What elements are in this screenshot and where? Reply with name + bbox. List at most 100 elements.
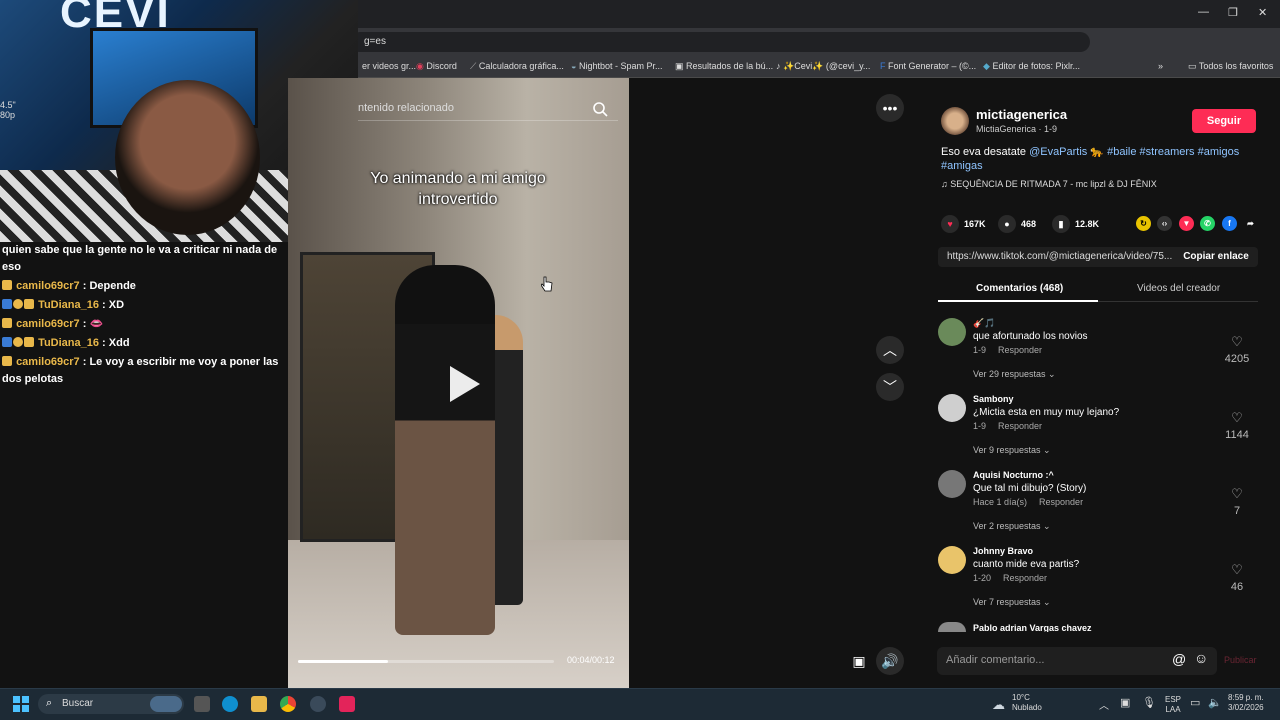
chrome-icon[interactable] <box>280 696 296 712</box>
crown-icon <box>2 318 12 328</box>
stream-chat: quien sabe que la gente no le va a criti… <box>0 242 288 688</box>
mention-icon[interactable]: @ <box>1172 651 1186 667</box>
comment-like[interactable]: ♡ 4205 <box>1222 334 1252 365</box>
comment-like[interactable]: ♡ 46 <box>1222 562 1252 593</box>
tab-comments[interactable]: Comentarios (468) <box>976 283 1063 294</box>
bookmark-cevi[interactable]: ♪ ✨Cevi✨ (@cevi_y... <box>776 61 870 72</box>
view-replies[interactable]: Ver 9 respuestas ⌄ <box>973 445 1051 456</box>
tab-creator-videos[interactable]: Videos del creador <box>1137 283 1220 294</box>
view-replies[interactable]: Ver 2 respuestas ⌄ <box>973 521 1051 532</box>
commenter-name[interactable]: Pablo adrian Vargas chavez <box>973 623 1092 632</box>
volume-tray-icon[interactable]: 🔈 <box>1208 696 1222 709</box>
minimize-icon[interactable]: — <box>1198 6 1209 18</box>
bookmark-calculator[interactable]: ⟋ Calculadora gráfica... <box>470 61 564 72</box>
chevron-down-icon[interactable]: ﹀ <box>876 373 904 401</box>
bookmark-results[interactable]: ▣ Resultados de la bú... <box>675 61 773 72</box>
emoji-icon[interactable]: ☺ <box>1194 650 1208 666</box>
comment-button[interactable]: ● 468 <box>998 215 1036 233</box>
miniplayer-icon[interactable]: ▣ <box>845 647 873 675</box>
commenter-name[interactable]: Aquisi Nocturno :^ <box>973 470 1054 480</box>
like-button[interactable]: ♥ 167K <box>941 215 986 233</box>
comment-meta: 1-9 Responder <box>973 345 1043 355</box>
webcam-sticker: 4.5" 80p <box>0 100 16 120</box>
commenter-avatar[interactable] <box>938 622 966 632</box>
bookmark-pixlr[interactable]: ◆ Editor de fotos: Pixlr... <box>983 61 1080 72</box>
commenter-avatar[interactable] <box>938 546 966 574</box>
related-search-input[interactable]: ntenido relacionado <box>358 97 618 121</box>
reply-button[interactable]: Responder <box>1039 497 1083 507</box>
view-replies[interactable]: Ver 7 respuestas ⌄ <box>973 597 1051 608</box>
cloud-icon: ☁ <box>992 697 1005 712</box>
edge-icon[interactable] <box>222 696 238 712</box>
publish-button[interactable]: Publicar <box>1224 655 1257 665</box>
windows-start-icon[interactable] <box>13 696 29 712</box>
copy-link-button[interactable]: Copiar enlace <box>1174 247 1258 267</box>
view-replies[interactable]: Ver 29 respuestas ⌄ <box>973 369 1056 380</box>
play-icon[interactable] <box>440 362 484 406</box>
post-description: Eso eva desatate @EvaPartis 🐆 #baile #st… <box>941 146 1240 172</box>
crown-icon <box>24 299 34 309</box>
close-icon[interactable]: ✕ <box>1258 6 1267 19</box>
chat-message: TuDiana_16 : Xdd <box>2 335 286 352</box>
comment-meta: Hace 1 día(s) Responder <box>973 497 1084 507</box>
follow-button[interactable]: Seguir <box>1192 109 1256 133</box>
facebook-icon[interactable]: f <box>1222 216 1237 231</box>
reply-button[interactable]: Responder <box>1003 573 1047 583</box>
comment-like[interactable]: ♡ 1144 <box>1222 410 1252 441</box>
save-button[interactable]: ▮ 12.8K <box>1052 215 1099 233</box>
display-icon[interactable]: ▭ <box>1190 696 1200 709</box>
commenter-name[interactable]: Johnny Bravo <box>973 546 1033 556</box>
bookmark-item[interactable]: er videos gr... <box>362 61 416 71</box>
embed-icon[interactable]: ‹› <box>1157 216 1172 231</box>
commenter-avatar[interactable] <box>938 394 966 422</box>
video-person-main <box>395 265 495 635</box>
tab-underline <box>938 300 1098 302</box>
repost-icon[interactable]: ↻ <box>1136 216 1151 231</box>
volume-icon[interactable]: 🔊 <box>876 647 904 675</box>
bookmark-font-generator[interactable]: F Font Generator – (©... <box>880 61 976 71</box>
bookmark-all[interactable]: ▭ Todos los favoritos <box>1188 61 1273 72</box>
language-indicator[interactable]: ESP LAA <box>1165 695 1181 715</box>
panel-tabs: Comentarios (468) Videos del creador <box>938 278 1258 302</box>
microphone-icon[interactable]: 🎙 <box>1142 696 1156 709</box>
search-icon[interactable] <box>592 101 608 117</box>
comment-icon: ● <box>998 215 1016 233</box>
bookmark-nightbot[interactable]: ◒ Nightbot - Spam Pr... <box>571 61 663 71</box>
music-link[interactable]: ♫ SEQUÊNCIA DE RITMADA 7 - mc lipzl & DJ… <box>941 179 1157 189</box>
commenter-avatar[interactable] <box>938 318 966 346</box>
reply-button[interactable]: Responder <box>998 345 1042 355</box>
clock[interactable]: 8:59 p. m. 3/02/2026 <box>1228 693 1264 713</box>
heart-outline-icon: ♡ <box>1231 486 1243 501</box>
send-icon[interactable]: ▼ <box>1179 216 1194 231</box>
heart-outline-icon: ♡ <box>1231 334 1243 349</box>
commenter-name[interactable]: Sambony <box>973 394 1014 404</box>
reply-button[interactable]: Responder <box>998 421 1042 431</box>
chat-message: quien sabe que la gente no le va a criti… <box>2 244 278 273</box>
tiktok-icon[interactable] <box>339 696 355 712</box>
whatsapp-icon[interactable]: ✆ <box>1200 216 1215 231</box>
weather-widget[interactable]: 10°C Nublado <box>1012 693 1042 713</box>
share-icon[interactable]: ➦ <box>1243 216 1258 231</box>
widgets-icon[interactable] <box>150 696 182 712</box>
task-view-icon[interactable] <box>194 696 210 712</box>
tray-icon[interactable]: ▣ <box>1120 696 1130 709</box>
chevron-right-icon[interactable]: » <box>1158 61 1163 71</box>
more-options-icon[interactable]: ••• <box>876 94 904 122</box>
file-explorer-icon[interactable] <box>251 696 267 712</box>
bookmark-discord[interactable]: ◉ Discord <box>416 61 457 72</box>
comment-meta: 1-20 Responder <box>973 573 1048 583</box>
heart-icon: ♥ <box>941 215 959 233</box>
creator-username[interactable]: mictiagenerica <box>976 107 1067 122</box>
address-bar[interactable]: g=es <box>350 32 1090 52</box>
chevron-up-icon[interactable]: ︿ <box>876 336 904 364</box>
comment-item: Pablo adrian Vargas chavez <box>938 622 1260 632</box>
mention-link[interactable]: @EvaPartis <box>1029 146 1087 158</box>
restore-icon[interactable]: ❐ <box>1228 6 1238 19</box>
search-icon: ⌕ <box>46 697 53 709</box>
chevron-up-icon[interactable]: ︿ <box>1099 697 1109 712</box>
obs-icon[interactable] <box>310 696 326 712</box>
comment-like[interactable]: ♡ 7 <box>1222 486 1252 517</box>
avatar[interactable] <box>941 107 969 135</box>
commenter-avatar[interactable] <box>938 470 966 498</box>
commenter-name[interactable]: 🎸🎵 <box>973 318 995 329</box>
